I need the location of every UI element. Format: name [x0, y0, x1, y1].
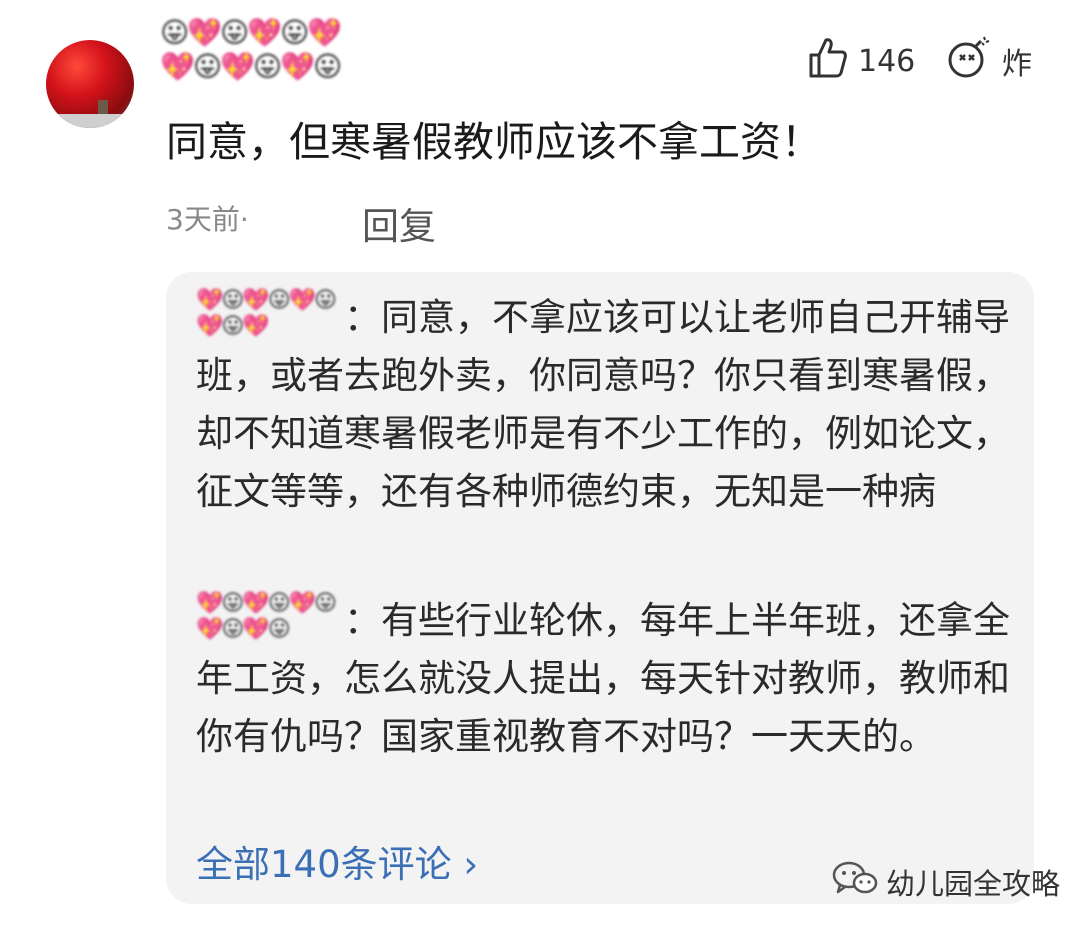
- bomb-icon: [946, 34, 992, 88]
- thumb-up-icon: [808, 35, 848, 87]
- reply-item[interactable]: 💖😛💖😛💖😛💖😛💖😛 ：有些行业轮休，每年上半年班，还拿全年工资，怎么就没人提出，…: [196, 591, 1016, 766]
- watermark: 幼儿园全攻略: [832, 860, 1060, 903]
- reply-username-blurred[interactable]: 💖😛💖😛💖😛💖😛💖😛: [196, 591, 344, 647]
- reply-item[interactable]: 💖😛💖😛💖😛💖😛💖 ：同意，不拿应该可以让老师自己开辅导班，或者去跑外卖，你同意吗…: [196, 288, 1016, 521]
- reply-colon: ：: [344, 599, 381, 642]
- comment-meta: 3天前· 回复: [166, 198, 436, 248]
- reply-colon: ：: [344, 296, 381, 339]
- comment-text: 同意，但寒暑假教师应该不拿工资！: [166, 118, 822, 166]
- bomb-label: 炸: [1002, 47, 1032, 82]
- meta-separator: ·: [239, 203, 249, 236]
- avatar[interactable]: [46, 40, 134, 128]
- wechat-icon: [832, 860, 878, 903]
- view-all-comments-link[interactable]: 全部140条评论 ›: [196, 834, 478, 888]
- comment-time: 3天前: [166, 203, 240, 236]
- like-count: 146: [858, 43, 916, 79]
- avatar-ground: [46, 114, 134, 128]
- like-button[interactable]: 146: [808, 36, 915, 86]
- reply-button[interactable]: 回复: [362, 198, 1080, 256]
- username-blurred[interactable]: 😛💖😛💖😛💖💖😛💖😛💖😛: [160, 16, 370, 88]
- watermark-text: 幼儿园全攻略: [886, 866, 1061, 901]
- bomb-button[interactable]: 炸: [946, 36, 1032, 86]
- reply-username-blurred[interactable]: 💖😛💖😛💖😛💖😛💖: [196, 288, 344, 344]
